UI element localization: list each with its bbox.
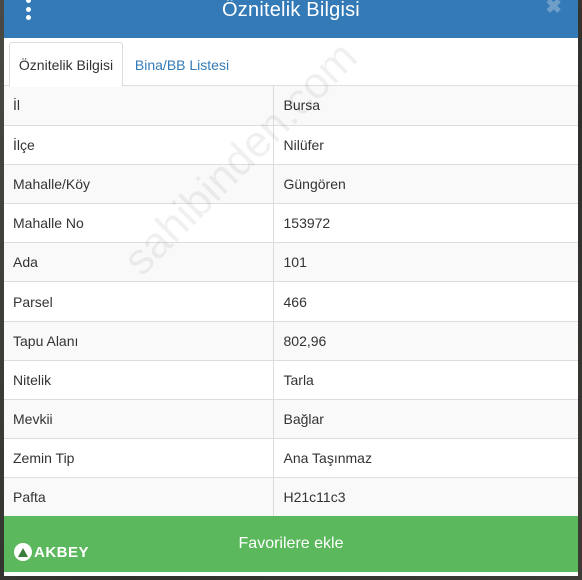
attribute-key: İl bbox=[4, 86, 274, 126]
attribute-value: H21c11c3 bbox=[273, 477, 578, 518]
attribute-key: Mevkii bbox=[4, 399, 274, 440]
close-icon[interactable]: ✖ bbox=[545, 0, 562, 19]
vertical-dots-icon[interactable] bbox=[24, 0, 32, 20]
table-row: İl Bursa bbox=[4, 86, 578, 126]
table-row: Ada 101 bbox=[4, 242, 578, 283]
attribute-key: Mahalle No bbox=[4, 203, 274, 244]
attribute-key: Ada bbox=[4, 242, 274, 283]
akbey-logo: AKBEY bbox=[14, 541, 102, 563]
attribute-value: Tarla bbox=[273, 360, 578, 401]
table-row: Nitelik Tarla bbox=[4, 360, 578, 401]
attribute-key: Parsel bbox=[4, 281, 274, 322]
attribute-value: 466 bbox=[273, 281, 578, 322]
attribute-value: Bursa bbox=[273, 86, 578, 126]
attribute-value: Nilüfer bbox=[273, 125, 578, 165]
table-row: Mevkii Bağlar bbox=[4, 399, 578, 440]
table-row: Tapu Alanı 802,96 bbox=[4, 321, 578, 361]
attribute-key: Mahalle/Köy bbox=[4, 164, 274, 205]
attribute-value: Güngören bbox=[273, 164, 578, 205]
attribute-value: 101 bbox=[273, 242, 578, 283]
tab-attribute-info[interactable]: Öznitelik Bilgisi bbox=[9, 42, 123, 87]
table-row: Parsel 466 bbox=[4, 281, 578, 322]
attribute-key: İlçe bbox=[4, 125, 274, 165]
attribute-key: Tapu Alanı bbox=[4, 321, 274, 361]
table-row: İlçe Nilüfer bbox=[4, 125, 578, 165]
attribute-value: Bağlar bbox=[273, 399, 578, 440]
attribute-key: Nitelik bbox=[4, 360, 274, 401]
attribute-key: Pafta bbox=[4, 477, 274, 518]
tree-icon bbox=[14, 543, 32, 561]
tab-bar: Öznitelik Bilgisi Bina/BB Listesi bbox=[4, 38, 578, 87]
attribute-info-modal: Öznitelik Bilgisi ✖ Öznitelik Bilgisi Bi… bbox=[4, 0, 578, 576]
tab-building-list[interactable]: Bina/BB Listesi bbox=[128, 42, 236, 87]
table-row: Pafta H21c11c3 bbox=[4, 477, 578, 518]
attribute-key: Zemin Tip bbox=[4, 438, 274, 479]
attribute-value: Ana Taşınmaz bbox=[273, 438, 578, 479]
table-row: Zemin Tip Ana Taşınmaz bbox=[4, 438, 578, 479]
modal-header: Öznitelik Bilgisi ✖ bbox=[4, 0, 578, 38]
table-row: Mahalle/Köy Güngören bbox=[4, 164, 578, 205]
attribute-value: 802,96 bbox=[273, 321, 578, 361]
logo-text: AKBEY bbox=[34, 543, 90, 561]
attribute-value: 153972 bbox=[273, 203, 578, 244]
attribute-table: İl Bursa İlçe Nilüfer Mahalle/Köy Güngören Mah… bbox=[4, 86, 578, 518]
table-row: Mahalle No 153972 bbox=[4, 203, 578, 244]
modal-title: Öznitelik Bilgisi bbox=[222, 0, 360, 21]
